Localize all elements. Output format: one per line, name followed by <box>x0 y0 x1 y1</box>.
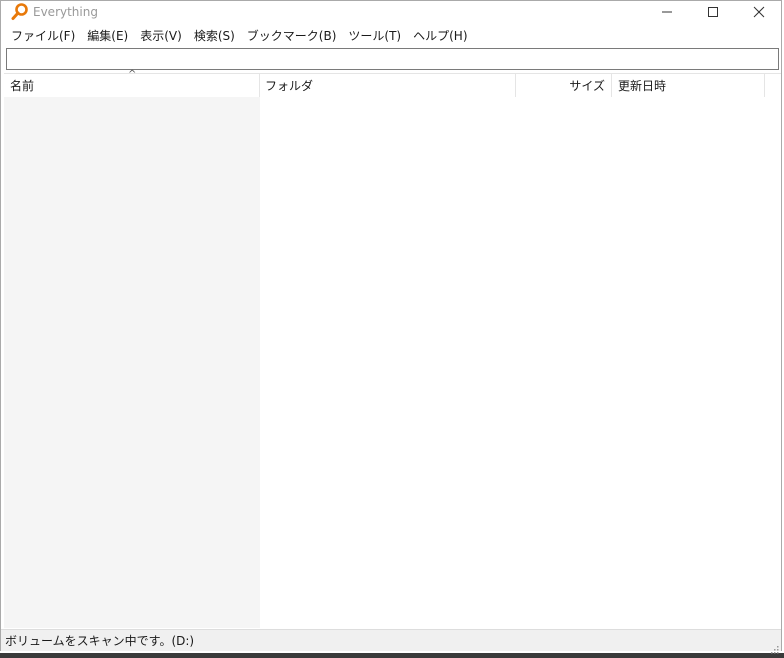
maximize-icon <box>707 3 719 22</box>
column-header-size[interactable]: サイズ <box>516 74 612 97</box>
everything-window: Everything ファイル(F) 編集(E) 表示(V) 検索(S) ブック… <box>0 0 782 654</box>
magnifier-icon <box>11 3 29 21</box>
column-header-row: 名前 ^ フォルダ サイズ 更新日時 <box>4 69 781 97</box>
menu-bookmark[interactable]: ブックマーク(B) <box>241 26 343 46</box>
column-header-size-label: サイズ <box>569 79 605 93</box>
window-title: Everything <box>33 5 98 19</box>
results-list[interactable] <box>4 97 781 628</box>
title-bar[interactable]: Everything <box>1 1 781 23</box>
column-header-folder[interactable]: フォルダ <box>260 74 516 97</box>
status-bar: ボリュームをスキャン中です。(D:) <box>1 629 781 654</box>
menu-edit[interactable]: 編集(E) <box>81 26 134 46</box>
resize-grip-icon[interactable] <box>769 639 779 654</box>
menu-tools[interactable]: ツール(T) <box>342 26 407 46</box>
sort-ascending-icon: ^ <box>128 69 137 80</box>
status-text: ボリュームをスキャン中です。(D:) <box>5 634 195 648</box>
close-button[interactable] <box>736 1 782 23</box>
column-header-date-label: 更新日時 <box>618 79 667 93</box>
menu-view[interactable]: 表示(V) <box>134 26 188 46</box>
menu-file[interactable]: ファイル(F) <box>5 26 81 46</box>
column-header-name-label: 名前 <box>10 79 35 93</box>
search-box <box>6 48 779 70</box>
name-column-background <box>4 97 260 628</box>
minimize-icon <box>661 3 673 22</box>
column-header-folder-label: フォルダ <box>265 79 314 93</box>
minimize-button[interactable] <box>644 1 690 23</box>
maximize-button[interactable] <box>690 1 736 23</box>
search-input[interactable] <box>7 50 778 70</box>
column-header-date[interactable]: 更新日時 <box>612 74 765 97</box>
menu-help[interactable]: ヘルプ(H) <box>407 26 473 46</box>
menu-search[interactable]: 検索(S) <box>188 26 241 46</box>
close-icon <box>753 3 765 22</box>
menu-bar: ファイル(F) 編集(E) 表示(V) 検索(S) ブックマーク(B) ツール(… <box>1 26 781 46</box>
